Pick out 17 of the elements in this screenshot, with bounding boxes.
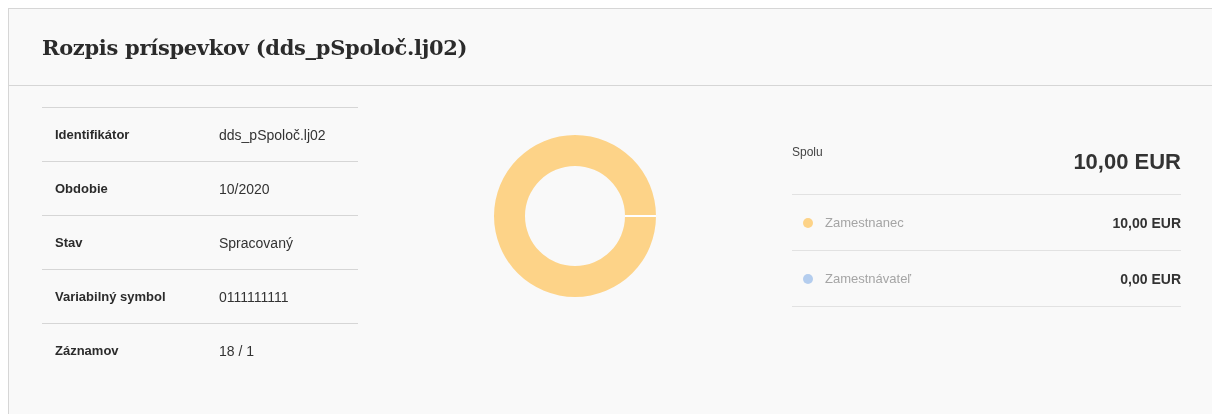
detail-label: Variabilný symbol bbox=[55, 289, 167, 304]
detail-label: Záznamov bbox=[55, 343, 120, 358]
detail-value: 18 / 1 bbox=[219, 342, 255, 359]
detail-label: Identifikátor bbox=[55, 127, 131, 142]
total-value: 10,00 EUR bbox=[1073, 149, 1181, 176]
detail-label: Stav bbox=[55, 235, 84, 250]
detail-value: Spracovaný bbox=[219, 234, 293, 251]
detail-value: dds_pSpoloč.lj02 bbox=[219, 126, 326, 143]
legend-label: Zamestnávateľ bbox=[825, 271, 913, 286]
total-label: Spolu bbox=[792, 145, 823, 161]
legend-label: Zamestnanec bbox=[825, 215, 905, 230]
detail-value: 10/2020 bbox=[219, 180, 270, 197]
page-title: Rozpis príspevkov (dds_pSpoloč.lj02) bbox=[42, 34, 468, 60]
detail-value: 0111111111 bbox=[219, 288, 289, 305]
legend-value: 0,00 EUR bbox=[1120, 270, 1181, 287]
detail-label: Obdobie bbox=[55, 181, 109, 196]
legend-value: 10,00 EUR bbox=[1112, 214, 1181, 231]
